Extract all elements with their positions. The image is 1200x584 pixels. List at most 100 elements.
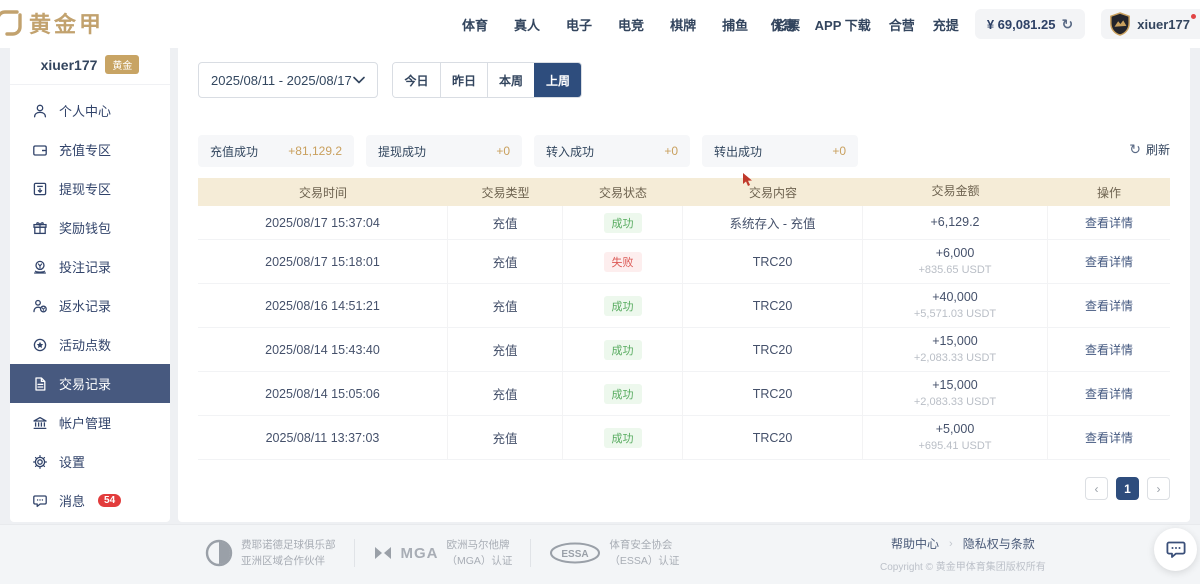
brand-logo[interactable]: 黄金甲 — [0, 7, 104, 39]
sidebar-item-bet-records[interactable]: 投注记录 — [10, 247, 170, 286]
balance-refresh-icon[interactable]: ↻ — [1062, 16, 1074, 33]
table-row: 2025/08/17 15:18:01 充值 失败 TRC20 +6,000 +… — [198, 240, 1170, 284]
table-row: 2025/08/14 15:05:06 充值 成功 TRC20 +15,000 … — [198, 372, 1170, 416]
cell-content: TRC20 — [683, 372, 863, 415]
copyright-text: Copyright © 黄金甲体育集团版权所有 — [880, 558, 1046, 573]
sidebar-menu: 个人中心 充值专区 提现专区 奖励钱包 — [10, 85, 170, 520]
sidebar-item-messages[interactable]: 消息 54 — [10, 481, 170, 520]
sidebar-item-account-management[interactable]: 帐户管理 — [10, 403, 170, 442]
nav-item-live[interactable]: 真人 — [514, 15, 540, 34]
tab-this-week[interactable]: 本周 — [487, 63, 534, 97]
view-details-link[interactable]: 查看详情 — [1085, 297, 1133, 314]
link-affiliate[interactable]: 合营 — [889, 15, 915, 34]
view-details-link[interactable]: 查看详情 — [1085, 253, 1133, 270]
sidebar-item-label: 帐户管理 — [59, 413, 111, 432]
cell-amount: +5,000 +695.41 USDT — [863, 416, 1048, 459]
nav-item-slots[interactable]: 电子 — [566, 15, 592, 34]
essa-logo-icon: ESSA — [549, 542, 601, 564]
cell-time: 2025/08/14 15:05:06 — [198, 372, 448, 415]
status-badge: 成功 — [604, 340, 642, 360]
sidebar-item-label: 消息 — [59, 491, 85, 510]
footer-links-block: 帮助中心 › 隐私权与条款 Copyright © 黄金甲体育集团版权所有 — [880, 535, 1046, 573]
view-details-link[interactable]: 查看详情 — [1085, 385, 1133, 402]
sidebar-item-withdraw[interactable]: 提现专区 — [10, 169, 170, 208]
cell-content: TRC20 — [683, 240, 863, 283]
stat-value: +0 — [832, 144, 846, 158]
svg-text:ESSA: ESSA — [562, 549, 589, 560]
cell-status: 失败 — [563, 240, 683, 283]
wallet-icon — [32, 142, 48, 158]
prev-page-button[interactable]: ‹ — [1085, 477, 1108, 500]
view-details-link[interactable]: 查看详情 — [1085, 341, 1133, 358]
logo-monogram-icon — [0, 7, 25, 39]
partner-text: 欧洲马尔他牌 — [447, 537, 513, 553]
coin-record-icon — [32, 259, 48, 275]
nav-item-cards[interactable]: 棋牌 — [670, 15, 696, 34]
header-right: 优惠 APP 下载 合营 充提 ¥ 69,081.25 ↻ xiuer177 — [771, 0, 1200, 48]
partner-feyenoord: 费耶诺德足球俱乐部 亚洲区域合作伙伴 — [205, 537, 336, 570]
date-range-select[interactable]: 2025/08/11 - 2025/08/17 — [198, 62, 378, 98]
chat-fab-icon — [1165, 539, 1187, 561]
chat-bubble-icon — [32, 493, 48, 509]
sidebar-item-activity-points[interactable]: 活动点数 — [10, 325, 170, 364]
nav-item-fishing[interactable]: 捕鱼 — [722, 15, 748, 34]
partner-logos: 费耶诺德足球俱乐部 亚洲区域合作伙伴 MGA 欧洲马尔他牌 （MGA）认证 ES… — [205, 537, 679, 570]
footer-divider — [354, 539, 355, 567]
nav-item-esports[interactable]: 电竞 — [618, 15, 644, 34]
status-badge: 成功 — [604, 296, 642, 316]
cell-content: 系统存入 - 充值 — [683, 206, 863, 239]
partner-text: 亚洲区域合作伙伴 — [241, 553, 336, 569]
view-details-link[interactable]: 查看详情 — [1085, 214, 1133, 231]
table-row: 2025/08/14 15:43:40 充值 成功 TRC20 +15,000 … — [198, 328, 1170, 372]
link-app-download[interactable]: APP 下载 — [815, 15, 871, 34]
cell-status: 成功 — [563, 284, 683, 327]
chevron-down-icon — [353, 76, 365, 84]
rebate-icon — [32, 298, 48, 314]
cell-type: 充值 — [448, 206, 563, 239]
tab-today[interactable]: 今日 — [393, 63, 440, 97]
sidebar-item-rebate-records[interactable]: 返水记录 — [10, 286, 170, 325]
user-menu[interactable]: xiuer177 — [1101, 9, 1200, 39]
tab-yesterday[interactable]: 昨日 — [440, 63, 487, 97]
cell-amount: +6,000 +835.65 USDT — [863, 240, 1048, 283]
cell-content: TRC20 — [683, 284, 863, 327]
page-1-button[interactable]: 1 — [1116, 477, 1139, 500]
cell-action: 查看详情 — [1048, 284, 1170, 327]
partner-text: 体育安全协会 — [609, 537, 679, 553]
next-page-button[interactable]: › — [1147, 477, 1170, 500]
refresh-button[interactable]: ↻ 刷新 — [1129, 141, 1170, 158]
date-range-value: 2025/08/11 - 2025/08/17 — [211, 73, 352, 88]
cell-action: 查看详情 — [1048, 206, 1170, 239]
mouse-cursor — [742, 172, 754, 188]
sidebar-item-label: 返水记录 — [59, 296, 111, 315]
cell-amount: +15,000 +2,083.33 USDT — [863, 372, 1048, 415]
table-header-row: 交易时间 交易类型 交易状态 交易内容 交易金额 操作 — [198, 178, 1170, 206]
star-circle-icon — [32, 337, 48, 353]
cell-time: 2025/08/16 14:51:21 — [198, 284, 448, 327]
sidebar-item-reward-wallet[interactable]: 奖励钱包 — [10, 208, 170, 247]
user-icon — [32, 103, 48, 119]
table-body: 2025/08/17 15:37:04 充值 成功 系统存入 - 充值 +6,1… — [198, 206, 1170, 460]
col-header-type: 交易类型 — [448, 178, 563, 206]
view-details-link[interactable]: 查看详情 — [1085, 429, 1133, 446]
summary-stats: 充值成功 +81,129.2 提现成功 +0 转入成功 +0 转出成功 +0 — [198, 135, 858, 167]
help-center-link[interactable]: 帮助中心 — [891, 535, 939, 552]
sidebar-item-personal-center[interactable]: 个人中心 — [10, 91, 170, 130]
link-deposit-withdraw[interactable]: 充提 — [933, 15, 959, 34]
link-promotions[interactable]: 优惠 — [771, 15, 797, 34]
sidebar-item-settings[interactable]: 设置 — [10, 442, 170, 481]
sidebar-item-transaction-records[interactable]: 交易记录 — [10, 364, 170, 403]
sidebar-item-label: 提现专区 — [59, 179, 111, 198]
balance-pill[interactable]: ¥ 69,081.25 ↻ — [975, 9, 1085, 39]
tab-last-week[interactable]: 上周 — [534, 63, 581, 97]
sidebar: xiuer177 黄金 个人中心 充值专区 提现专区 — [10, 45, 170, 522]
sidebar-item-deposit[interactable]: 充值专区 — [10, 130, 170, 169]
customer-service-button[interactable] — [1154, 528, 1197, 571]
refresh-icon: ↻ — [1129, 141, 1141, 158]
privacy-terms-link[interactable]: 隐私权与条款 — [963, 535, 1035, 552]
sidebar-username: xiuer177 — [41, 57, 98, 73]
document-icon — [32, 376, 48, 392]
transactions-table: 交易时间 交易类型 交易状态 交易内容 交易金额 操作 2025/08/17 1… — [198, 178, 1170, 460]
nav-item-sports[interactable]: 体育 — [462, 15, 488, 34]
feyenoord-logo-icon — [205, 539, 233, 567]
